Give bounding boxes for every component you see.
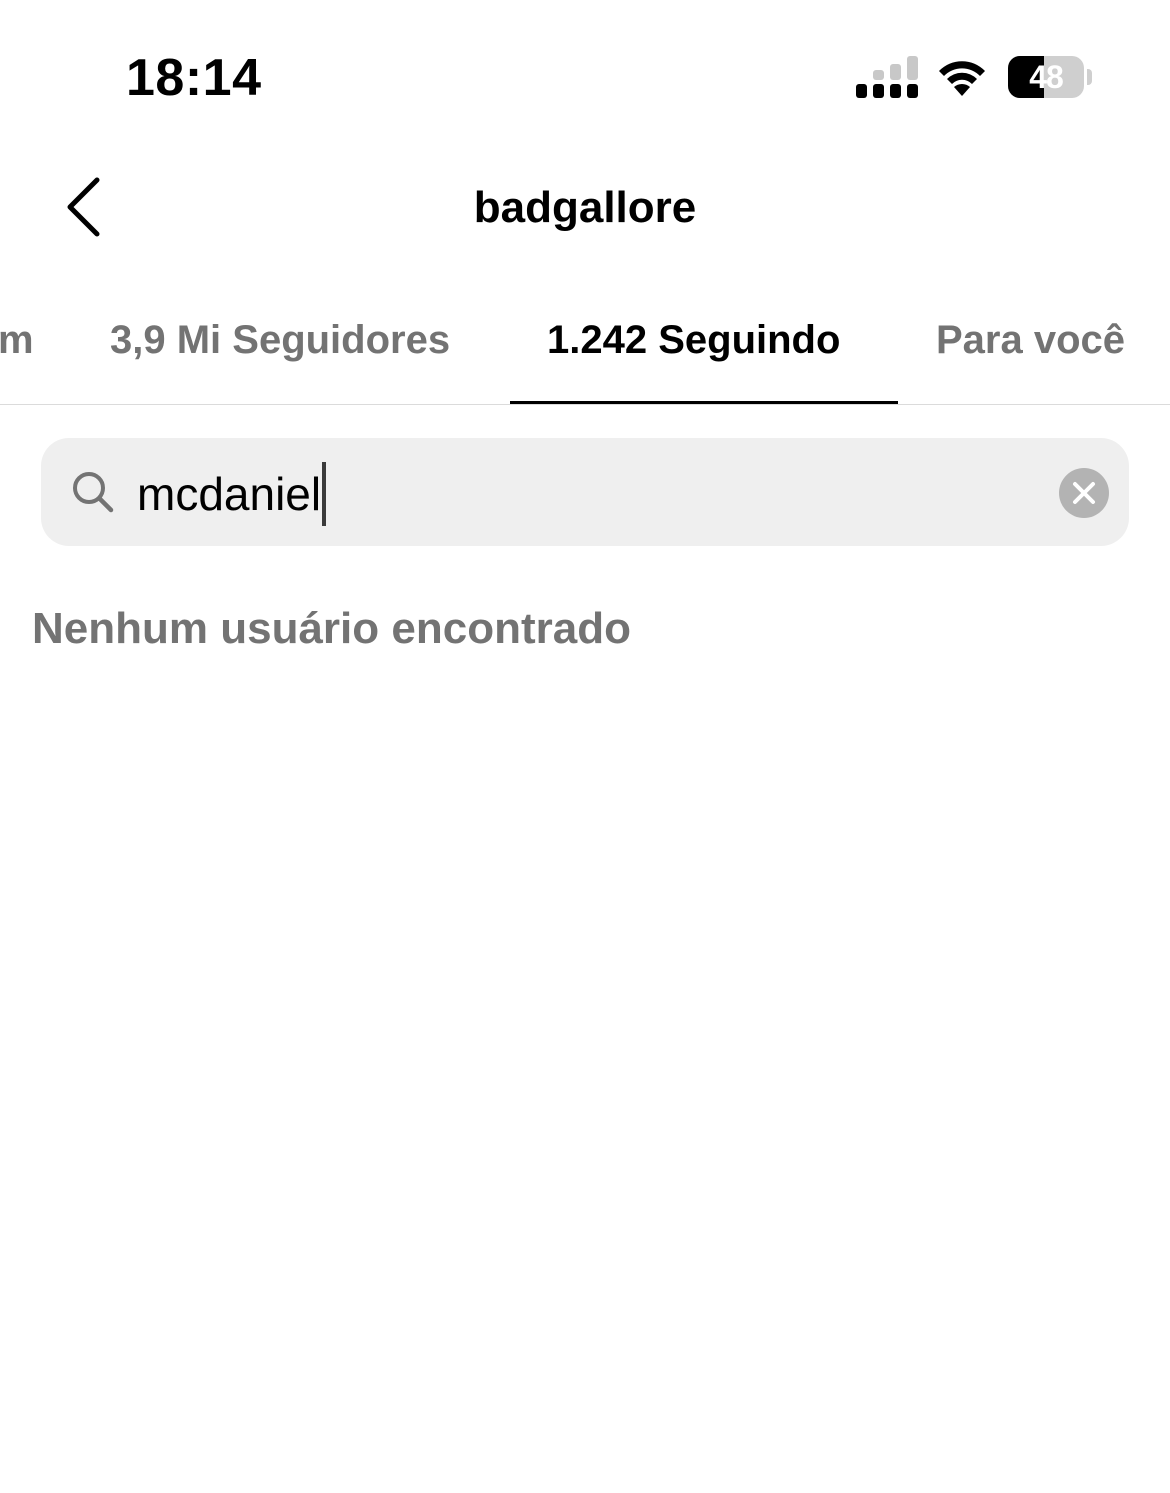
battery-cap	[1087, 69, 1092, 85]
active-tab-indicator	[510, 401, 898, 404]
search-value-text: mcdaniel	[137, 468, 322, 520]
page-title: badgallore	[473, 183, 697, 232]
status-time: 18:14	[126, 49, 262, 107]
header: badgallore	[0, 150, 1170, 270]
empty-results-message: Nenhum usuário encontrado	[32, 604, 631, 653]
battery-icon: 48	[1008, 56, 1092, 98]
text-caret	[322, 461, 327, 526]
battery-body: 48	[1008, 56, 1084, 98]
status-bar: 18:14 48	[0, 0, 1170, 150]
search-input[interactable]: mcdaniel	[137, 460, 327, 528]
tab-bar: m 3,9 Mi Seguidores 1.242 Seguindo Para …	[0, 290, 1170, 405]
signal-icon	[856, 56, 918, 98]
wifi-icon	[939, 61, 985, 96]
tab-for-you[interactable]: Para você	[936, 316, 1125, 404]
search-icon	[73, 472, 114, 513]
battery-level: 48	[1029, 59, 1064, 95]
clear-search-button[interactable]	[1059, 468, 1109, 518]
close-icon	[1073, 482, 1095, 504]
search-bar[interactable]: mcdaniel	[41, 438, 1129, 546]
tab-partial[interactable]: m	[0, 316, 34, 404]
tab-followers[interactable]: 3,9 Mi Seguidores	[110, 316, 450, 404]
tab-following[interactable]: 1.242 Seguindo	[547, 316, 840, 404]
